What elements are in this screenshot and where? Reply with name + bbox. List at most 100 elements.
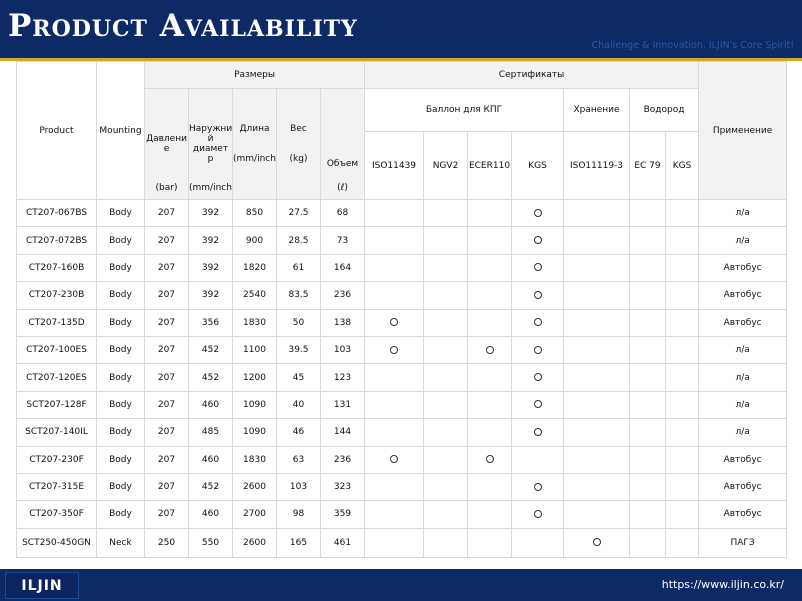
cell-certificate [364, 418, 424, 447]
cell-product: SCT207-128F [16, 390, 97, 420]
cell-weight: 45 [276, 363, 321, 392]
cell-pressure: 207 [144, 500, 189, 529]
header-weight: Вес (kg) [276, 88, 321, 200]
website-url: https://www.iljin.co.kr/ [661, 578, 784, 591]
cell-volume: 323 [320, 472, 365, 502]
cell-certificate [511, 335, 564, 365]
cell-pressure: 207 [144, 363, 189, 392]
cell-certificate [423, 226, 468, 255]
cell-certificate [629, 527, 666, 558]
header-volume-label: Объем [326, 159, 359, 169]
cell-volume: 144 [320, 418, 365, 447]
cell-certificate [664, 500, 700, 529]
cell-application: л/а [698, 226, 788, 255]
cell-certificate [511, 500, 564, 529]
cell-certificate [511, 198, 564, 228]
cell-certificate [629, 308, 666, 337]
cell-certificate [664, 281, 700, 310]
cell-pressure: 250 [144, 527, 189, 558]
cell-certificate [467, 253, 512, 283]
cell-application: л/а [698, 363, 788, 392]
certified-circle-icon [533, 318, 542, 327]
cell-pressure: 207 [144, 418, 189, 447]
cell-mounting: Body [96, 500, 145, 529]
cell-pressure: 207 [144, 308, 189, 337]
cell-pressure: 207 [144, 253, 189, 283]
cell-diameter: 392 [188, 226, 233, 255]
certified-circle-icon [533, 290, 542, 299]
header-product: Product [16, 61, 97, 200]
certified-circle-icon [533, 208, 542, 217]
cell-certificate [423, 418, 468, 447]
header-cert-ecer110: ECER110 [467, 131, 512, 200]
cell-certificate [563, 500, 630, 529]
cell-certificate [364, 472, 424, 502]
cell-certificate [467, 226, 512, 255]
cell-weight: 83.5 [276, 281, 321, 310]
cell-application: л/а [698, 335, 788, 365]
cell-certificate [629, 472, 666, 502]
cell-weight: 27.5 [276, 198, 321, 228]
cell-certificate [423, 281, 468, 310]
cell-mounting: Body [96, 363, 145, 392]
cell-pressure: 207 [144, 390, 189, 420]
table-row: SCT207-128F Body 207 460 1090 40 131 л/а [16, 390, 788, 420]
cell-length: 2600 [232, 472, 277, 502]
header-storage: Хранение [563, 88, 630, 132]
cell-product: CT207-135D [16, 308, 97, 337]
header-cert-ngv2: NGV2 [423, 131, 468, 200]
cell-diameter: 485 [188, 418, 233, 447]
cell-length: 1820 [232, 253, 277, 283]
table-row: CT207-100ES Body 207 452 1100 39.5 103 л/а [16, 335, 788, 365]
cell-product: CT207-067BS [16, 198, 97, 228]
cell-length: 2700 [232, 500, 277, 529]
table-row: CT207-160B Body 207 392 1820 61 164 Автобус [16, 253, 788, 283]
cell-volume: 359 [320, 500, 365, 529]
header-cert-iso11119-3: ISO11119-3 [563, 131, 630, 200]
cell-mounting: Body [96, 472, 145, 502]
header-cert-kgs: KGS [511, 131, 564, 200]
header-outer-diameter-label: Наружни й диамет р [189, 124, 233, 164]
cell-certificate [664, 226, 700, 255]
certified-circle-icon [533, 400, 542, 409]
cell-certificate [467, 527, 512, 558]
cell-certificate [664, 308, 700, 337]
cell-product: SCT207-140IL [16, 418, 97, 447]
cell-volume: 103 [320, 335, 365, 365]
cell-certificate [364, 253, 424, 283]
cell-volume: 131 [320, 390, 365, 420]
table-body: CT207-067BS Body 207 392 850 27.5 68 л/а CT207-0… [16, 198, 788, 558]
cell-certificate [664, 335, 700, 365]
cell-mounting: Neck [96, 527, 145, 558]
header-pressure: Давлени е (bar) [144, 88, 189, 200]
header-length-label: Длина [239, 124, 270, 134]
cell-certificate [423, 390, 468, 420]
cell-weight: 50 [276, 308, 321, 337]
cell-mounting: Body [96, 253, 145, 283]
header-cert-ec79: EC 79 [629, 131, 666, 200]
cell-certificate [467, 472, 512, 502]
cell-volume: 138 [320, 308, 365, 337]
cell-certificate [511, 363, 564, 392]
cell-certificate [364, 500, 424, 529]
cell-product: CT207-350F [16, 500, 97, 529]
cell-diameter: 460 [188, 500, 233, 529]
cell-length: 1100 [232, 335, 277, 365]
cell-diameter: 452 [188, 363, 233, 392]
product-availability-table: Product Mounting Размеры Сертификаты При… [16, 61, 788, 558]
header-cng-cylinder: Баллон для КПГ [364, 88, 564, 132]
header-weight-label: Вес [290, 124, 307, 134]
cell-certificate [511, 253, 564, 283]
cell-certificate [563, 472, 630, 502]
cell-length: 1090 [232, 390, 277, 420]
certified-circle-icon [592, 538, 601, 547]
cell-length: 2540 [232, 281, 277, 310]
cell-length: 900 [232, 226, 277, 255]
cell-certificate [629, 335, 666, 365]
cell-product: CT207-072BS [16, 226, 97, 255]
header-certificates: Сертификаты [363, 61, 700, 89]
cell-length: 2600 [232, 527, 277, 558]
cell-mounting: Body [96, 445, 145, 474]
cell-certificate [629, 198, 666, 228]
certified-circle-icon [390, 318, 398, 327]
